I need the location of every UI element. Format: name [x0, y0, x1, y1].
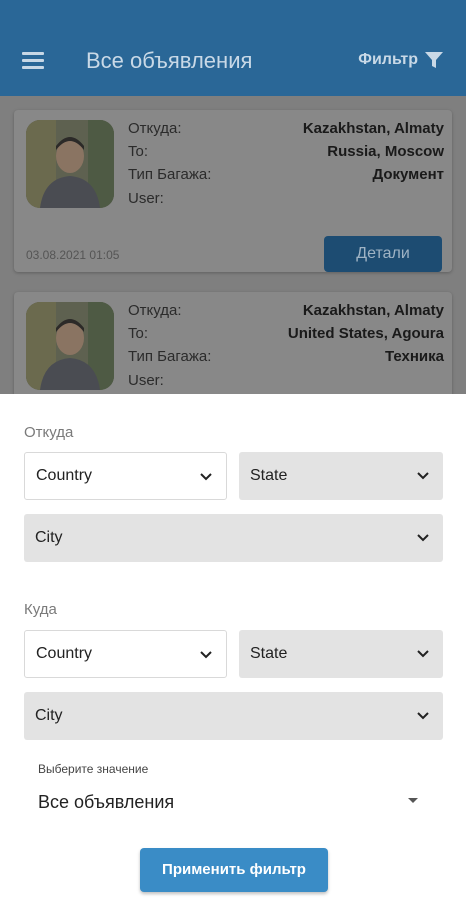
to-value: United States, Agoura	[287, 325, 444, 342]
to-value: Russia, Moscow	[327, 143, 444, 160]
chevron-down-icon	[200, 473, 212, 481]
to-section-label: Куда	[24, 601, 57, 618]
to-country-select[interactable]: Country	[24, 630, 227, 678]
menu-icon[interactable]	[22, 52, 46, 70]
type-value: Документ	[372, 166, 444, 183]
user-label: User:	[128, 372, 164, 389]
from-value: Kazakhstan, Almaty	[302, 302, 444, 319]
avatar	[26, 120, 114, 208]
listing-date: 03.08.2021 01:05	[26, 248, 120, 262]
filter-label: Фильтр	[358, 51, 418, 68]
listing-card[interactable]: Откуда: To: Тип Багажа: User: Kazakhstan…	[14, 292, 452, 394]
chevron-down-icon	[417, 712, 429, 720]
chevron-down-icon	[417, 650, 429, 658]
to-state-select[interactable]: State	[239, 630, 443, 678]
app-bar: Все объявления Фильтр	[0, 0, 466, 96]
from-state-value: State	[250, 467, 288, 484]
page-title: Все объявления	[86, 48, 253, 73]
from-label: Откуда:	[128, 302, 182, 319]
filter-icon	[425, 52, 443, 68]
to-country-value: Country	[36, 645, 93, 662]
from-state-select[interactable]: State	[239, 452, 443, 500]
chevron-down-icon	[200, 651, 212, 659]
dropdown-arrow-icon[interactable]	[408, 798, 418, 803]
filter-button[interactable]: Фильтр	[358, 50, 444, 70]
filter-sheet: Откуда Country State City Куда Country S…	[0, 394, 466, 900]
from-label: Откуда:	[128, 120, 182, 137]
to-city-select[interactable]: City	[24, 692, 443, 740]
chevron-down-icon	[417, 534, 429, 542]
user-label: User:	[128, 190, 164, 207]
apply-filter-button[interactable]: Применить фильтр	[140, 848, 328, 892]
from-value: Kazakhstan, Almaty	[302, 120, 444, 137]
to-label: To:	[128, 143, 149, 160]
type-select-label: Выберите значение	[38, 762, 149, 776]
to-city-value: City	[35, 707, 63, 724]
from-country-select[interactable]: Country	[24, 452, 227, 500]
from-section-label: Откуда	[24, 424, 74, 441]
listings-overlay: Откуда: To: Тип Багажа: User: Kazakhstan…	[0, 96, 466, 394]
from-city-value: City	[35, 529, 63, 546]
chevron-down-icon	[417, 472, 429, 480]
type-label: Тип Багажа:	[128, 166, 212, 183]
type-label: Тип Багажа:	[128, 348, 212, 365]
avatar	[26, 302, 114, 390]
listing-card[interactable]: Откуда: To: Тип Багажа: User: Kazakhstan…	[14, 110, 452, 272]
type-value: Техника	[384, 348, 444, 365]
type-select[interactable]: Все объявления	[38, 792, 174, 813]
from-country-value: Country	[36, 467, 93, 484]
to-label: To:	[128, 325, 149, 342]
to-state-value: State	[250, 645, 288, 662]
details-button[interactable]: Детали	[324, 236, 442, 272]
from-city-select[interactable]: City	[24, 514, 443, 562]
